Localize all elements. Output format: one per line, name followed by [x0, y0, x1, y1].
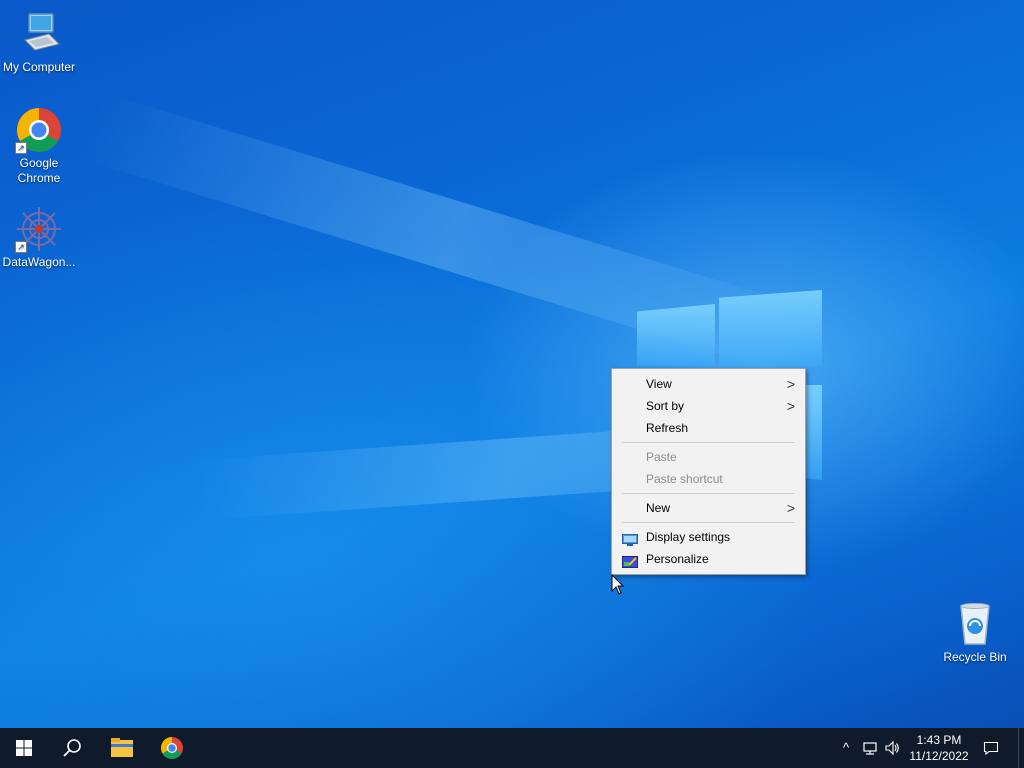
- desktop-icon-label: My Computer: [2, 60, 76, 74]
- menu-separator: [622, 493, 795, 494]
- start-button[interactable]: [0, 728, 48, 768]
- desktop-icon-datawagon[interactable]: ↗ DataWagon...: [0, 205, 78, 270]
- recycle-bin-icon: [951, 600, 999, 648]
- menu-item-paste: Paste: [612, 446, 805, 468]
- chrome-icon: [161, 737, 183, 759]
- chevron-right-icon: >: [786, 398, 795, 414]
- menu-separator: [622, 522, 795, 523]
- clock-date: 11/12/2022: [909, 749, 969, 763]
- desktop-icon-my-computer[interactable]: My Computer: [0, 10, 78, 75]
- chevron-right-icon: >: [786, 376, 795, 392]
- start-icon: [16, 740, 32, 756]
- menu-separator: [622, 442, 795, 443]
- show-hidden-icons-chevron-icon[interactable]: ^: [838, 740, 854, 756]
- menu-item-label: Sort by: [646, 399, 685, 413]
- menu-item-display-settings[interactable]: Display settings: [612, 526, 805, 548]
- menu-item-refresh[interactable]: Refresh: [612, 417, 805, 439]
- volume-icon[interactable]: [884, 740, 900, 756]
- clock[interactable]: 1:43 PM 11/12/2022: [904, 732, 974, 764]
- menu-item-label: Paste: [646, 450, 677, 464]
- chevron-right-icon: >: [786, 500, 795, 516]
- menu-item-sort-by[interactable]: Sort by >: [612, 395, 805, 417]
- shortcut-arrow-icon: ↗: [15, 241, 27, 253]
- desktop-icon-recycle-bin[interactable]: Recycle Bin: [936, 600, 1014, 665]
- desktop[interactable]: My Computer ↗ Google Chrome ↗ DataWagon.…: [0, 0, 1024, 728]
- shortcut-arrow-icon: ↗: [15, 142, 27, 154]
- network-icon[interactable]: [862, 740, 878, 756]
- menu-item-view[interactable]: View >: [612, 373, 805, 395]
- taskbar: ^ 1:43 PM 11/12/2022: [0, 728, 1024, 768]
- action-center-icon: [983, 741, 999, 756]
- notifications-button[interactable]: [983, 740, 999, 756]
- menu-item-personalize[interactable]: Personalize: [612, 548, 805, 570]
- chrome-taskbar-button[interactable]: [148, 728, 196, 768]
- clock-time: 1:43 PM: [916, 733, 962, 747]
- datawagon-icon: ↗: [15, 205, 63, 253]
- computer-icon: [15, 10, 63, 58]
- menu-item-paste-shortcut: Paste shortcut: [612, 468, 805, 490]
- mouse-cursor-icon: [611, 573, 625, 596]
- desktop-icon-label: Recycle Bin: [943, 650, 1007, 664]
- menu-item-label: New: [646, 501, 671, 515]
- search-icon: [63, 739, 81, 757]
- menu-item-label: Personalize: [646, 552, 709, 566]
- desktop-icon-label: DataWagon...: [2, 255, 76, 269]
- chrome-icon: ↗: [15, 106, 63, 154]
- menu-item-label: Refresh: [646, 421, 689, 435]
- personalize-icon: [622, 553, 638, 568]
- menu-item-label: Display settings: [646, 530, 731, 544]
- desktop-context-menu: View > Sort by > Refresh Paste Paste sho…: [611, 368, 806, 575]
- menu-item-new[interactable]: New >: [612, 497, 805, 519]
- show-desktop-button[interactable]: [1018, 728, 1024, 768]
- desktop-icon-label: Google Chrome: [17, 156, 61, 185]
- search-button[interactable]: [48, 728, 96, 768]
- display-icon: [622, 531, 638, 546]
- file-explorer-button[interactable]: [98, 728, 146, 768]
- file-explorer-icon: [111, 738, 133, 757]
- menu-item-label: View: [646, 377, 672, 391]
- menu-item-label: Paste shortcut: [646, 472, 723, 486]
- desktop-icon-google-chrome[interactable]: ↗ Google Chrome: [0, 106, 78, 186]
